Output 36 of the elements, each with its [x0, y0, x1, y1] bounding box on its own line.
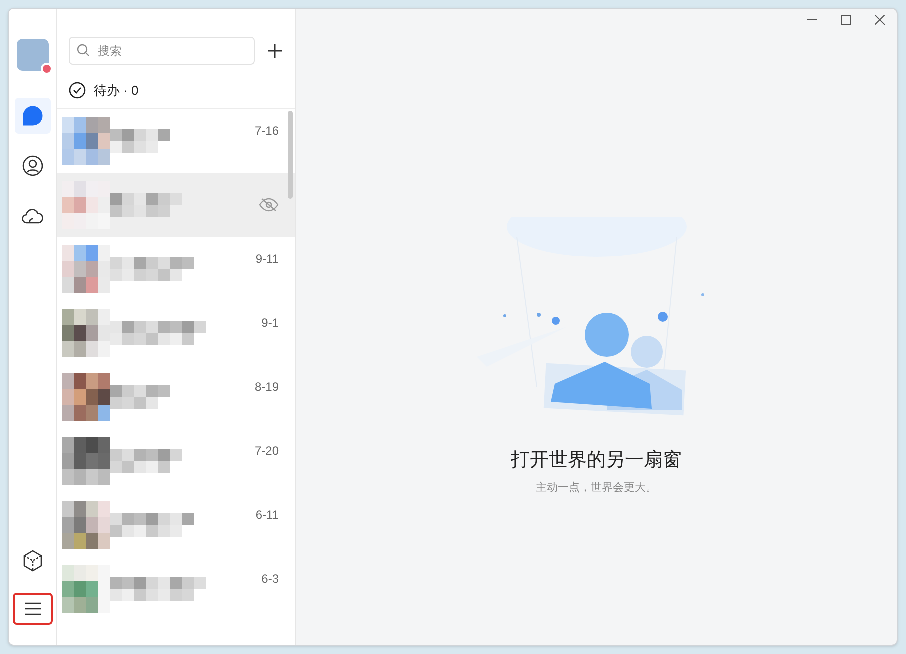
chat-bubble-icon [22, 105, 44, 127]
search-icon [77, 44, 90, 57]
avatar-placeholder[interactable] [16, 39, 48, 71]
chat-date: 7-16 [254, 123, 279, 140]
blurred-avatar [62, 181, 110, 229]
plus-icon[interactable] [267, 43, 283, 59]
blurred-avatar [62, 117, 110, 165]
search-field[interactable]: 搜索 [69, 37, 255, 65]
menu-button[interactable] [12, 593, 52, 625]
todo-label[interactable]: 待办 · 0 [94, 80, 139, 100]
chat-date: 7-20 [254, 443, 279, 460]
person-circle-icon [22, 155, 44, 177]
menu-icon [24, 602, 42, 616]
empty-subtitle: 主动一点，世界会更大。 [536, 480, 657, 496]
blurred-avatar [62, 245, 110, 293]
empty-title: 打开世界的另一扇窗 [511, 449, 682, 473]
maximize-icon[interactable] [841, 15, 851, 25]
chat-date: 9-11 [256, 251, 279, 268]
eye-slash-icon [259, 198, 279, 212]
blurred-avatar [62, 501, 110, 549]
chat-date: 8-19 [254, 379, 279, 396]
blurred-name [110, 385, 170, 409]
cube-icon [22, 550, 42, 572]
blurred-name [110, 129, 170, 153]
chat-date: 6-11 [256, 507, 279, 524]
blurred-avatar [62, 309, 110, 357]
blurred-name [110, 193, 182, 217]
check-circle-icon [69, 82, 86, 99]
blurred-avatar [62, 373, 110, 421]
blurred-avatar [62, 437, 110, 485]
chat-date: 6-3 [262, 571, 279, 588]
blurred-avatar [62, 565, 110, 613]
close-icon[interactable] [875, 15, 885, 25]
cloud-icon [22, 207, 44, 225]
blurred-name [110, 449, 182, 473]
chat-date: 9-1 [262, 315, 279, 332]
